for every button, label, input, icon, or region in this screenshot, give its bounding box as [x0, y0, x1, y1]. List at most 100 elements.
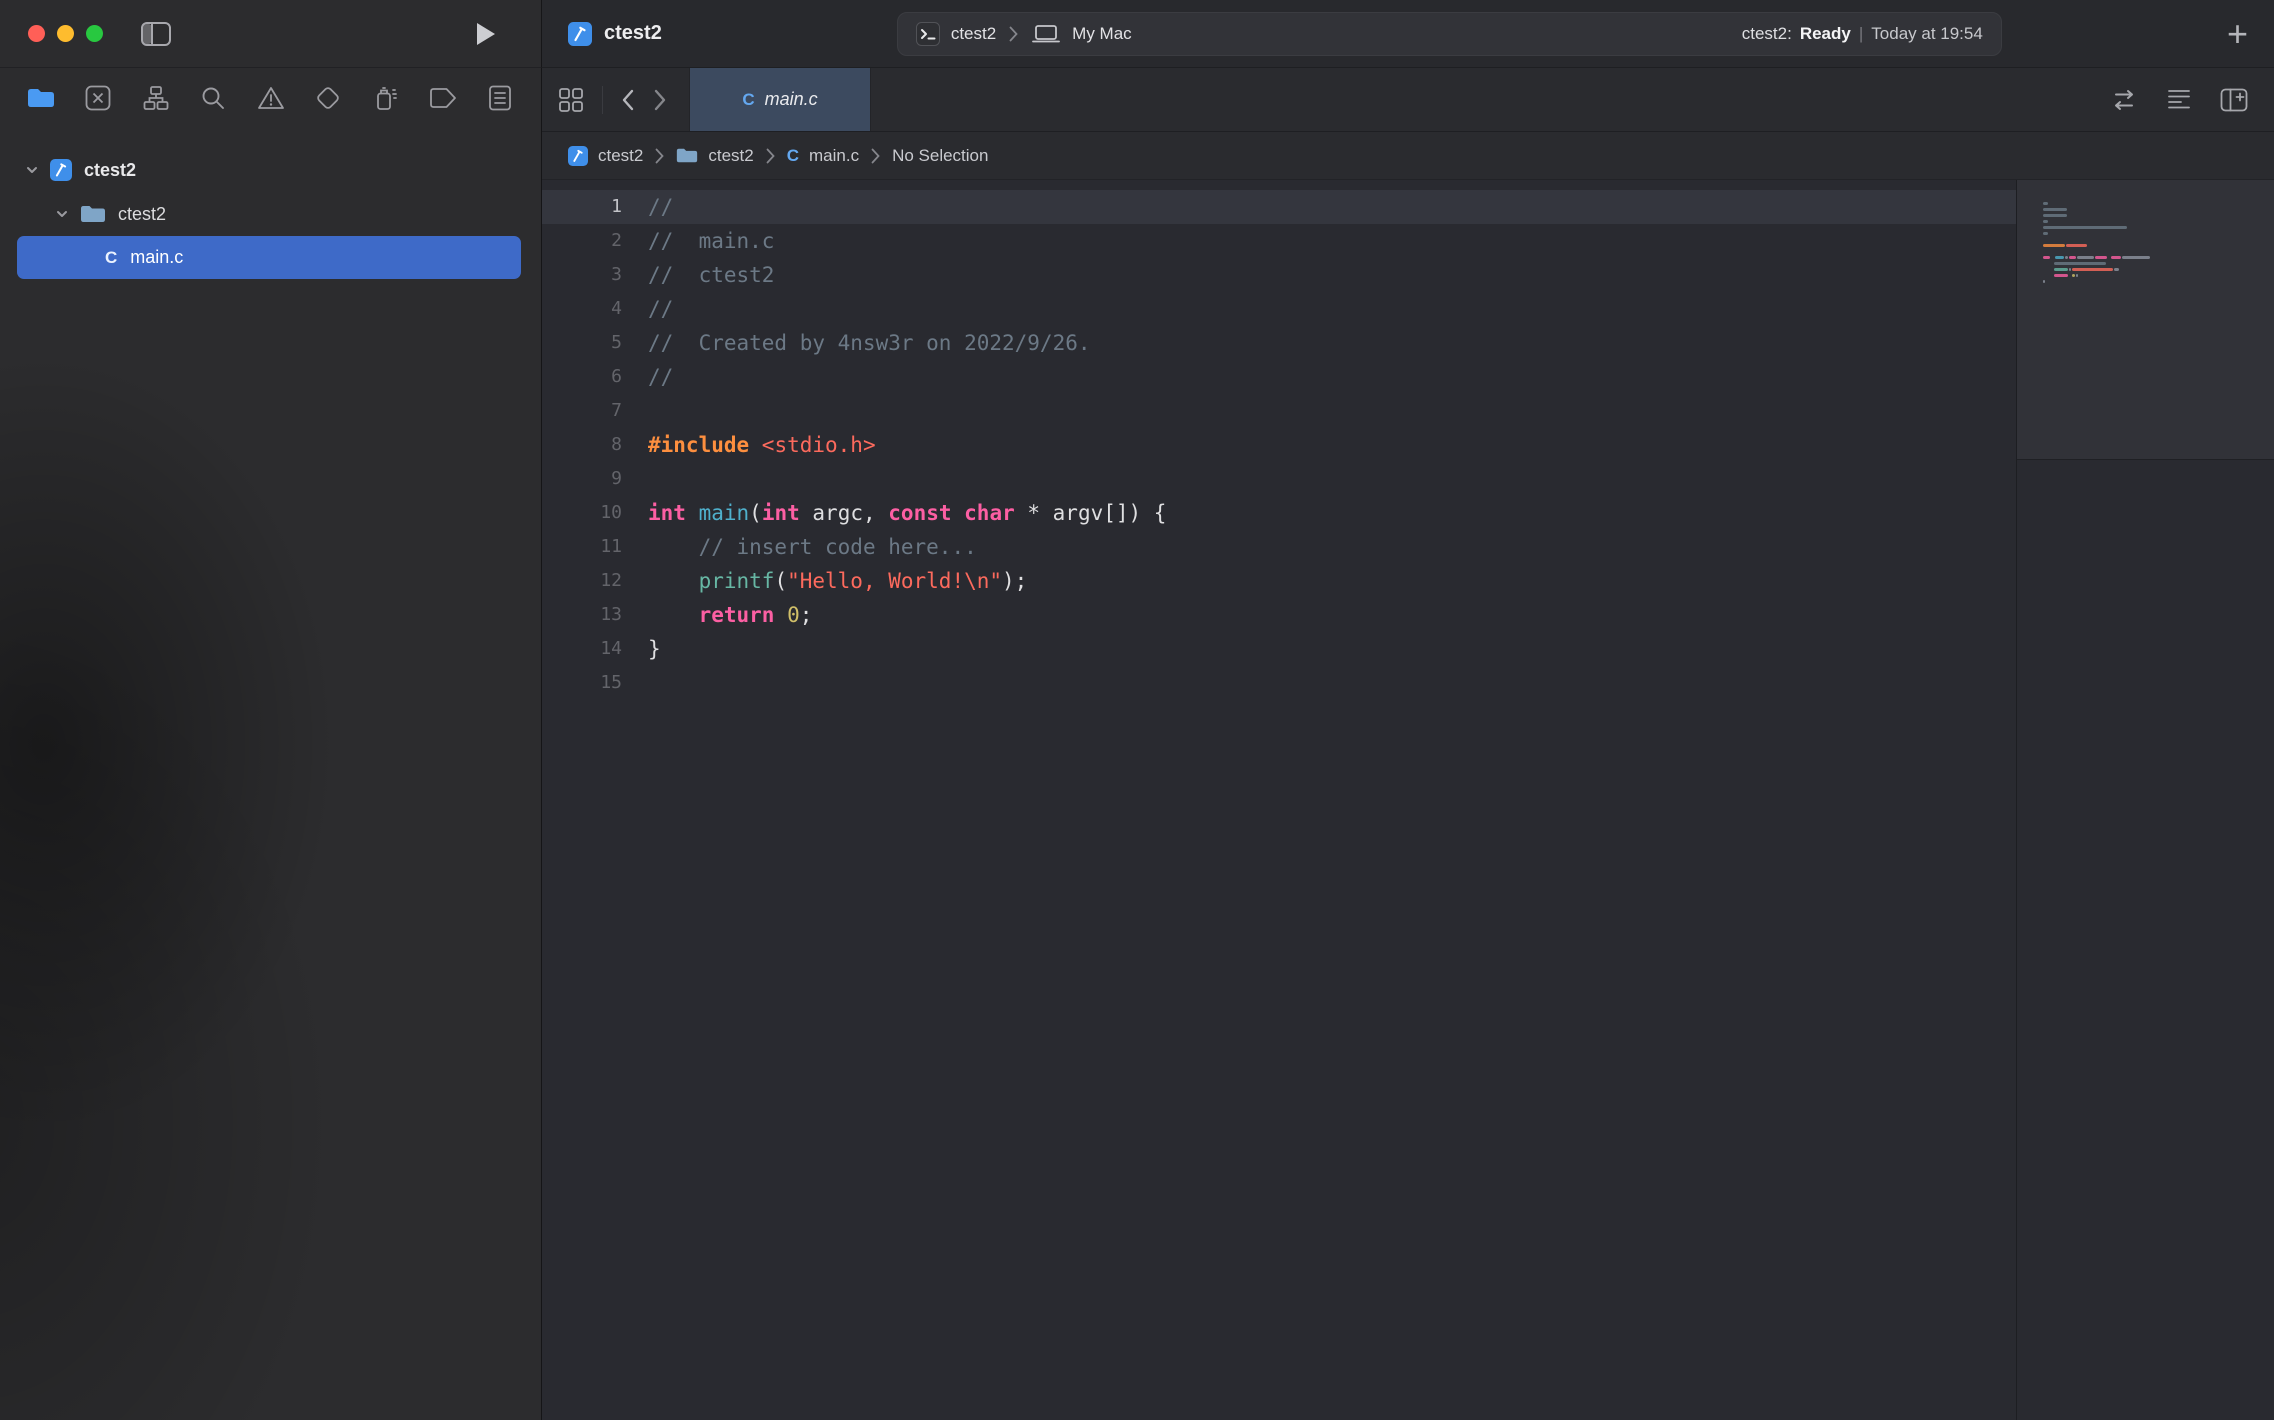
xcode-project-icon	[50, 159, 72, 181]
breadcrumb-selection[interactable]: No Selection	[892, 146, 988, 166]
folder-icon	[80, 204, 106, 224]
debug-navigator-icon[interactable]	[368, 81, 402, 115]
tree-row-group[interactable]: ctest2	[0, 192, 541, 236]
code-text	[622, 462, 648, 496]
code-token	[774, 603, 787, 627]
status-state-label: Ready	[1800, 24, 1851, 44]
breadcrumb-group[interactable]: ctest2	[708, 146, 753, 166]
code-line[interactable]: 2 // main.c	[542, 224, 2016, 258]
code-token: }	[648, 637, 661, 661]
code-line[interactable]: 14}	[542, 632, 2016, 666]
minimap[interactable]	[2016, 180, 2274, 1420]
code-review-swap-icon[interactable]	[2110, 89, 2138, 111]
code-area[interactable]: 1//2// main.c3// ctest24//5// Created by…	[542, 180, 2016, 1420]
line-number[interactable]: 4	[542, 292, 622, 326]
code-line[interactable]: 6//	[542, 360, 2016, 394]
line-number[interactable]: 13	[542, 598, 622, 632]
related-items-grid-icon[interactable]	[558, 87, 584, 113]
breadcrumb-file[interactable]: main.c	[809, 146, 859, 166]
tree-row-file-selected[interactable]: C main.c	[17, 236, 521, 279]
disclosure-chevron-icon[interactable]	[54, 206, 70, 222]
xcode-window: ctest2 ctest2 My Mac ct	[0, 0, 2274, 1420]
code-text: }	[622, 632, 661, 666]
code-line[interactable]: 4//	[542, 292, 2016, 326]
status-time-label: Today at 19:54	[1871, 24, 1983, 44]
line-number[interactable]: 6	[542, 360, 622, 394]
code-token: // insert code here...	[699, 535, 977, 559]
code-line[interactable]: 5// Created by 4nsw3r on 2022/9/26.	[542, 326, 2016, 360]
traffic-lights	[28, 25, 103, 42]
minimap-segment	[2108, 256, 2110, 259]
add-editor-icon[interactable]	[2220, 88, 2248, 112]
minimap-segment	[2069, 268, 2071, 271]
code-token: // main.c	[648, 229, 774, 253]
chevron-right-icon	[655, 148, 664, 164]
minimap-lines	[2043, 200, 2264, 290]
line-number[interactable]: 11	[542, 530, 622, 564]
code-token: main	[699, 501, 750, 525]
code-line[interactable]: 12 printf("Hello, World!\n");	[542, 564, 2016, 598]
code-line[interactable]: 9	[542, 462, 2016, 496]
line-number[interactable]: 9	[542, 462, 622, 496]
report-navigator-icon[interactable]	[483, 81, 517, 115]
back-chevron-icon[interactable]	[621, 89, 635, 111]
minimap-segment	[2122, 256, 2151, 259]
editor-options-icon[interactable]	[2166, 87, 2192, 113]
line-number[interactable]: 8	[542, 428, 622, 462]
scheme-terminal-icon	[916, 22, 940, 46]
tree-project-label: ctest2	[84, 160, 136, 181]
breadcrumb-project[interactable]: ctest2	[598, 146, 643, 166]
minimap-segment	[2055, 256, 2065, 259]
source-control-navigator-icon[interactable]	[81, 81, 115, 115]
forward-chevron-icon[interactable]	[653, 89, 667, 111]
code-line[interactable]: 7	[542, 394, 2016, 428]
code-line[interactable]: 3// ctest2	[542, 258, 2016, 292]
tree-row-project[interactable]: ctest2	[0, 148, 541, 192]
minimap-segment	[2072, 274, 2074, 277]
run-button[interactable]	[475, 21, 497, 47]
code-line[interactable]: 8#include <stdio.h>	[542, 428, 2016, 462]
code-line[interactable]: 11 // insert code here...	[542, 530, 2016, 564]
line-number[interactable]: 14	[542, 632, 622, 666]
symbol-navigator-icon[interactable]	[139, 81, 173, 115]
line-number[interactable]: 3	[542, 258, 622, 292]
xcode-project-icon	[568, 146, 588, 166]
test-navigator-icon[interactable]	[311, 81, 345, 115]
find-navigator-icon[interactable]	[196, 81, 230, 115]
disclosure-chevron-icon[interactable]	[24, 162, 40, 178]
zoom-button[interactable]	[86, 25, 103, 42]
line-number[interactable]: 5	[542, 326, 622, 360]
breakpoint-navigator-icon[interactable]	[426, 81, 460, 115]
minimap-segment	[2069, 256, 2076, 259]
code-line[interactable]: 1//	[542, 190, 2016, 224]
run-destination[interactable]: My Mac	[1072, 24, 1132, 44]
line-number[interactable]: 15	[542, 666, 622, 700]
code-token	[648, 535, 699, 559]
status-scheme-label: ctest2:	[1742, 24, 1792, 44]
issue-navigator-icon[interactable]	[254, 81, 288, 115]
sidebar-toggle-icon[interactable]	[141, 22, 171, 46]
line-number[interactable]: 7	[542, 394, 622, 428]
tab-main-c[interactable]: C main.c	[689, 68, 871, 131]
code-line[interactable]: 15	[542, 666, 2016, 700]
folder-icon	[676, 147, 698, 164]
code-text: //	[622, 190, 673, 224]
code-text: // ctest2	[622, 258, 774, 292]
code-line[interactable]: 13 return 0;	[542, 598, 2016, 632]
library-add-button[interactable]: +	[2227, 16, 2248, 52]
code-text	[622, 666, 648, 700]
minimize-button[interactable]	[57, 25, 74, 42]
scheme-name[interactable]: ctest2	[951, 24, 996, 44]
line-number[interactable]: 1	[542, 190, 622, 224]
code-token: "Hello, World!\n"	[787, 569, 1002, 593]
line-number[interactable]: 12	[542, 564, 622, 598]
project-title-cluster: ctest2	[568, 22, 662, 46]
scheme-selector[interactable]: ctest2 My Mac	[916, 22, 1132, 46]
minimap-segment	[2043, 208, 2067, 211]
line-number[interactable]: 2	[542, 224, 622, 258]
line-number[interactable]: 10	[542, 496, 622, 530]
code-line[interactable]: 10int main(int argc, const char * argv[]…	[542, 496, 2016, 530]
activity-viewer[interactable]: ctest2 My Mac ctest2: Ready | Today at 1…	[897, 12, 2002, 56]
close-button[interactable]	[28, 25, 45, 42]
project-navigator-icon[interactable]	[24, 81, 58, 115]
